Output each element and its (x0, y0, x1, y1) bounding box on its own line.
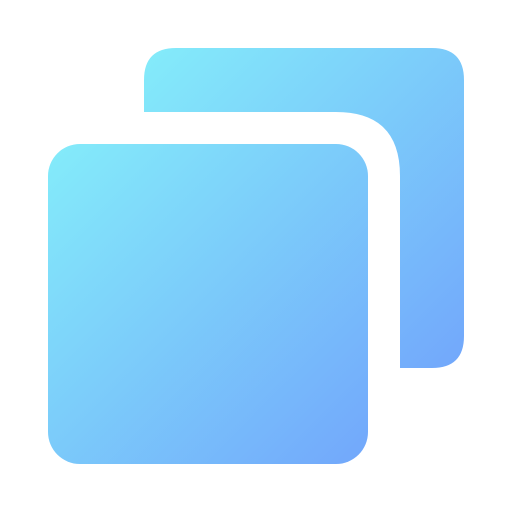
copy-icon (48, 48, 464, 464)
front-square-shape (48, 144, 368, 464)
icon-canvas (0, 0, 512, 512)
